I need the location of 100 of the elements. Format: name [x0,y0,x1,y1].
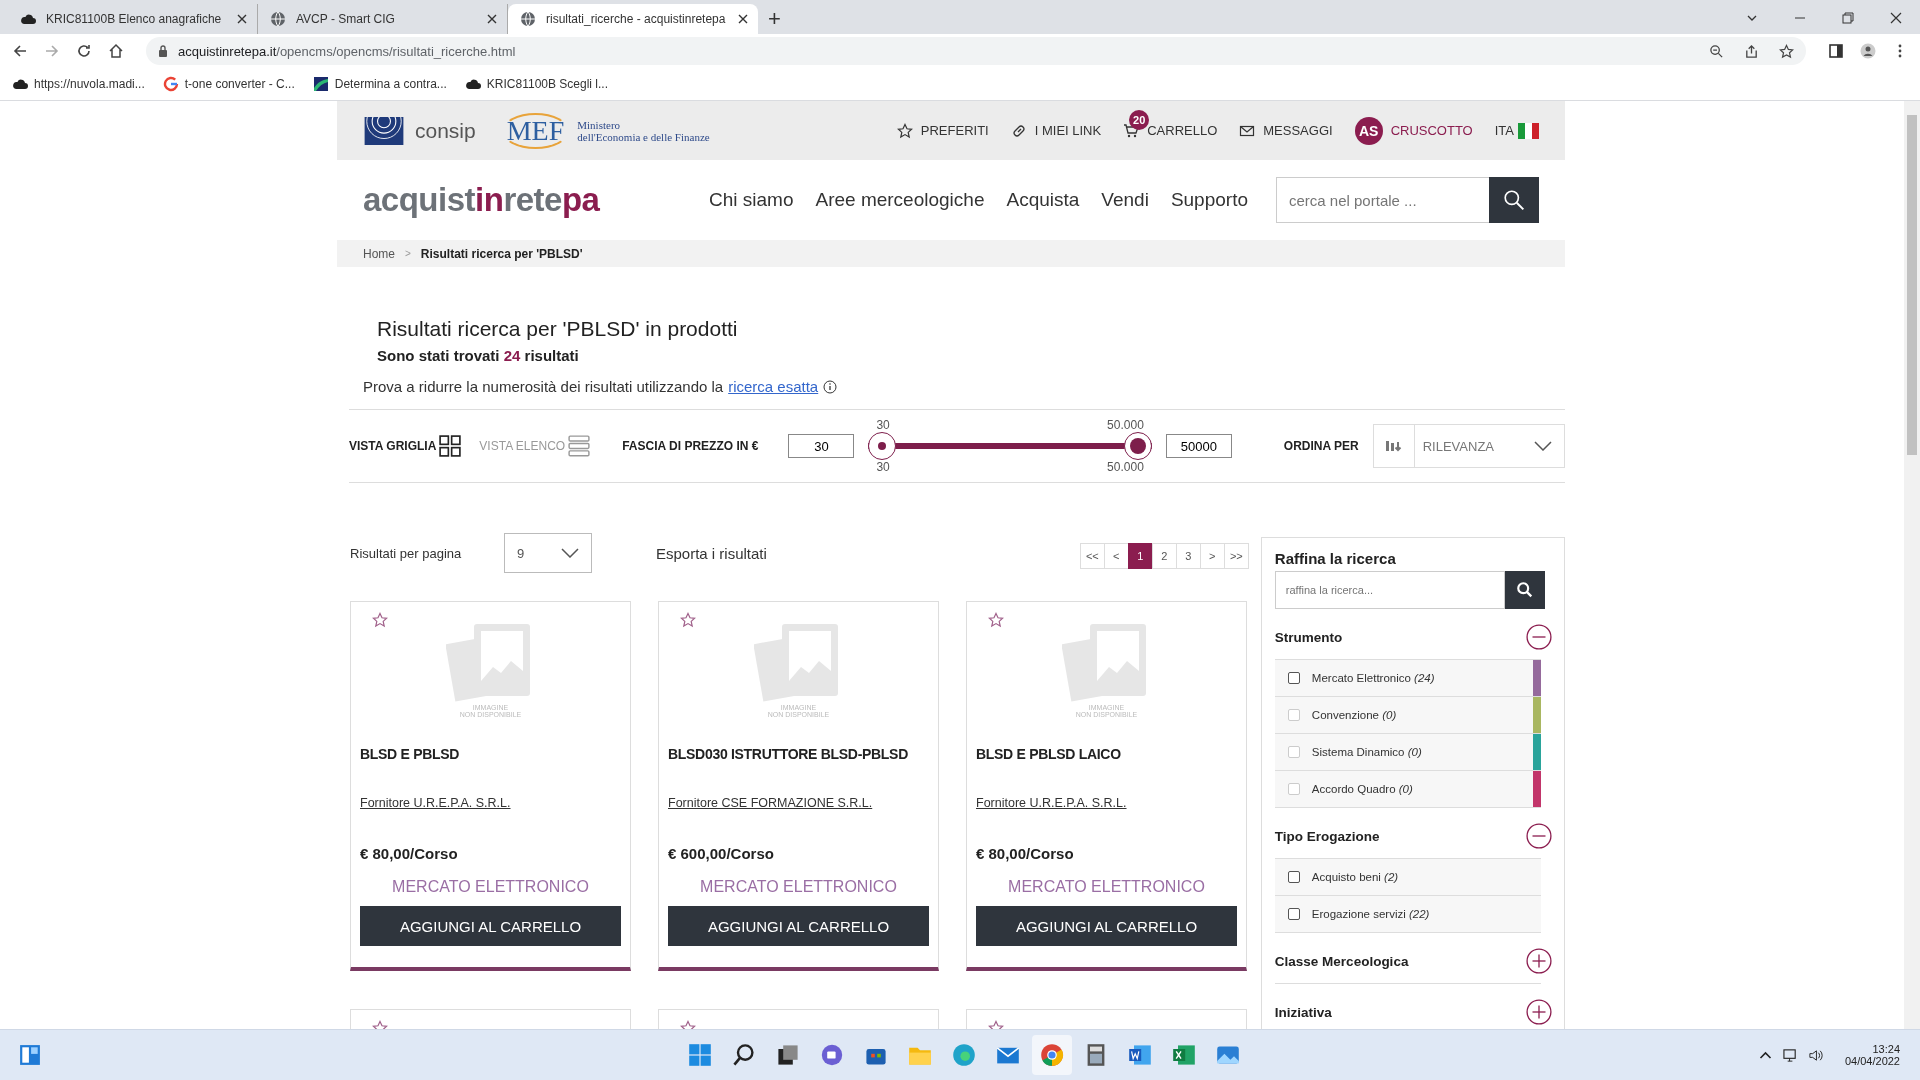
filter-group-title[interactable]: Tipo Erogazione [1274,828,1380,844]
slider-thumb[interactable] [868,432,897,460]
search-button[interactable] [1489,177,1539,223]
sort-dropdown[interactable]: RILEVANZA [1372,424,1565,468]
bookmark[interactable]: t-one converter - C... [162,76,295,92]
max-price-field[interactable]: 50000 [1165,434,1232,458]
nav-link[interactable]: Supporto [1170,189,1248,211]
scrollbar[interactable] [1904,101,1920,1029]
favorite-star-icon[interactable] [680,612,696,628]
page-button[interactable]: 1 [1127,543,1153,569]
favorite-star-icon[interactable] [988,612,1004,628]
logo-text[interactable]: rete [503,181,562,218]
export-results-link[interactable]: Esporta i risultati [656,544,767,562]
results-per-page-dropdown[interactable]: 9 [504,533,592,573]
zoom-icon[interactable] [1709,43,1724,59]
supplier-link[interactable]: Fornitore CSE FORMAZIONE S.R.L. [668,796,873,810]
slider-thumb[interactable] [1123,432,1152,460]
product-price: € 600,00/Corso [668,845,775,862]
browser-tab[interactable]: risultati_ricerche - acquistinretepa [508,4,758,34]
info-icon[interactable] [823,379,838,394]
list-icon [568,435,591,457]
search-field[interactable]: cerca nel portale ... [1276,177,1489,223]
nav-link[interactable]: Aree merceologiche [815,189,985,211]
checkbox[interactable] [1287,871,1300,883]
widgets-icon[interactable] [19,1044,41,1066]
new-tab-button[interactable]: + [758,4,791,34]
page-button[interactable]: >> [1223,543,1249,569]
search-button[interactable] [1505,571,1545,609]
logo-text[interactable]: in [475,181,504,218]
bookmark[interactable]: Determina a contra... [312,76,447,92]
checkbox[interactable] [1287,672,1300,684]
bookmark[interactable]: https://nuvola.madi... [12,76,145,92]
consip-logo[interactable]: consip [363,116,476,145]
header-link[interactable]: I MIEI LINK [1010,122,1102,139]
header-link[interactable]: MESSAGGI [1239,122,1333,139]
filter-option[interactable]: Acquisto beni (2) [1274,859,1541,896]
side-panel-icon[interactable] [1826,43,1846,59]
profile-icon[interactable] [1858,43,1878,59]
close-icon[interactable] [237,14,247,24]
supplier-link[interactable]: Fornitore U.R.E.P.A. S.R.L. [360,796,511,810]
filter-group-title[interactable]: Classe Merceologica [1274,953,1409,969]
page-button[interactable]: 3 [1175,543,1201,569]
refine-search-field[interactable]: raffina la ricerca... [1274,571,1505,609]
add-to-cart-button[interactable]: AGGIUNGI AL CARRELLO [976,906,1237,946]
share-icon[interactable] [1744,43,1759,59]
close-icon[interactable] [487,14,497,24]
filter-group-title[interactable]: Strumento [1274,629,1343,645]
price-range-slider[interactable] [868,432,1152,460]
page-button[interactable]: 2 [1151,543,1177,569]
page-button[interactable]: << [1079,543,1105,569]
page-button[interactable]: < [1103,543,1129,569]
breadcrumb-item: Risultati ricerca per 'PBLSD' [420,246,583,261]
product-title[interactable]: BLSD E PBLSD [360,746,621,762]
channel-label: MERCATO ELETTRONICO [699,878,898,896]
price-range-label: FASCIA DI PREZZO IN € [622,439,759,453]
tab-title: AVCP - Smart CIG [296,12,396,26]
supplier-link[interactable]: Fornitore U.R.E.P.A. S.R.L. [976,796,1127,810]
star-icon[interactable] [1779,43,1794,59]
product-title[interactable]: BLSD030 ISTRUTTORE BLSD-PBLSD [668,746,929,762]
exact-search-link[interactable]: ricerca esatta [728,378,819,395]
expand-icon[interactable] [1526,999,1552,1025]
language-selector[interactable]: ITA [1494,122,1539,139]
product-title[interactable]: BLSD E PBLSD LAICO [976,746,1237,762]
network-icon[interactable] [1782,1047,1798,1063]
breadcrumb-separator: > [405,248,411,259]
filter-option[interactable]: Mercato Elettronico (24) [1274,660,1541,697]
logo-text[interactable]: acquist [363,181,476,218]
bookmark[interactable]: KRIC81100B Scegli l... [464,76,608,92]
expand-icon[interactable] [1526,948,1552,974]
collapse-icon[interactable] [1526,823,1552,849]
header-link[interactable]: AS CRUSCOTTO [1354,116,1473,145]
close-icon[interactable] [738,14,748,24]
add-to-cart-button[interactable]: AGGIUNGI AL CARRELLO [360,906,621,946]
address-bar[interactable]: acquistinretepa.it/opencms/opencms/risultati_ricerche.html [146,37,1806,65]
header-link[interactable]: PREFERITI [896,122,989,139]
filter-option[interactable]: Erogazione servizi (22) [1274,896,1541,933]
speaker-icon[interactable] [1807,1047,1823,1063]
nav-link[interactable]: Chi siamo [709,189,794,211]
clock[interactable]: 13:24 04/04/2022 [1844,1043,1900,1067]
favorite-star-icon[interactable] [372,612,388,628]
product-price: € 80,00/Corso [360,845,459,862]
header-link[interactable]: 20 CARRELLO [1123,106,1218,155]
breadcrumb-item[interactable]: Home [363,246,395,261]
filter-group-title[interactable]: Iniziativa [1274,1004,1332,1020]
mef-logo[interactable]: MEF Ministero dell'Economia e delle Finanze [501,112,710,149]
user-avatar: AS [1354,116,1383,145]
sort-label: ORDINA PER [1283,439,1359,453]
min-price-field[interactable]: 30 [788,434,855,458]
view-toggle[interactable]: VISTA GRIGLIA [349,435,462,457]
collapse-icon[interactable] [1526,624,1552,650]
nav-link[interactable]: Acquista [1006,189,1080,211]
logo-text[interactable]: pa [561,181,600,218]
checkbox[interactable] [1287,908,1300,920]
chrome-browser-icon[interactable] [1031,1035,1072,1075]
nav-link[interactable]: Vendi [1101,189,1149,211]
close-icon[interactable] [1890,12,1902,24]
add-to-cart-button[interactable]: AGGIUNGI AL CARRELLO [668,906,929,946]
restore-icon[interactable] [1842,12,1854,24]
flag-icon [1518,122,1539,139]
page-button[interactable]: > [1199,543,1225,569]
